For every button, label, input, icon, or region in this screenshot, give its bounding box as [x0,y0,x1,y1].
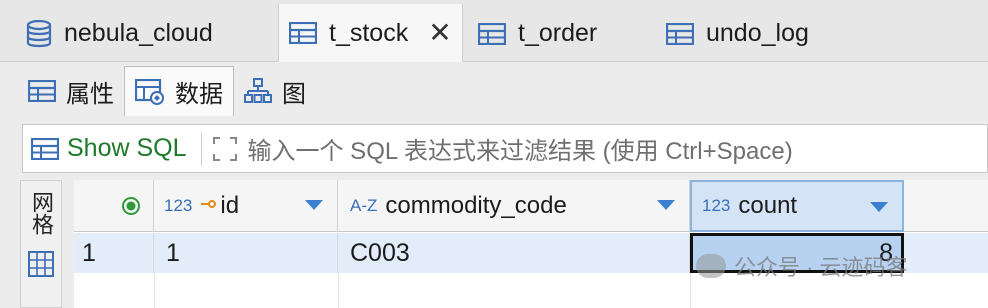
filter-placeholder: 输入一个 SQL 表达式来过滤结果 (使用 Ctrl+Space) [247,138,793,165]
column-header-id[interactable]: 123 id [154,180,338,232]
column-name: id [220,192,240,219]
cell-id[interactable]: 1 [154,233,338,273]
watermark-text: 公众号 · 云迹码客 [734,255,908,280]
record-indicator-icon [122,197,140,215]
table-icon [31,137,59,160]
tab-properties[interactable]: 属性 [18,66,124,116]
tab-label: 数据 [175,81,223,108]
grid-icon[interactable] [28,251,54,277]
cell-commodity-code[interactable]: C003 [338,233,690,273]
tab-label: 属性 [66,80,114,108]
filter-input[interactable]: 输入一个 SQL 表达式来过滤结果 (使用 Ctrl+Space) [212,131,793,166]
tab-data[interactable]: 数据 [124,66,234,116]
tab-t-stock[interactable]: t_stock ✕ [278,4,463,62]
tab-label: undo_log [706,19,809,47]
table-icon [28,80,56,102]
show-sql-button[interactable]: Show SQL [31,131,202,166]
diagram-icon [244,78,272,103]
row-selector-header[interactable] [74,180,154,232]
results-grid: 123 id A-Z commodity_code 123 count 1 1 … [74,180,988,308]
sort-arrow-icon[interactable] [657,200,675,210]
tab-diagram[interactable]: 图 [234,66,316,116]
grid-header-row: 123 id A-Z commodity_code 123 count [74,180,988,232]
expand-icon [212,136,237,161]
column-divider [690,273,691,308]
text-type-icon: A-Z [350,196,378,215]
tab-undo-log[interactable]: undo_log [666,6,809,61]
tab-label: t_order [518,19,598,47]
column-divider [154,273,155,308]
data-grid-icon [135,78,164,105]
column-name: commodity_code [385,192,567,219]
tab-t-order[interactable]: t_order [478,6,597,61]
editor-sub-tabs: 属性 数据 图 [18,66,316,116]
tab-label: nebula_cloud [64,19,213,47]
editor-tab-bar: nebula_cloud t_stock ✕ t_order undo_log [0,0,988,62]
row-number[interactable]: 1 [74,233,154,273]
filter-bar: Show SQL 输入一个 SQL 表达式来过滤结果 (使用 Ctrl+Spac… [22,124,988,173]
database-icon [26,19,52,47]
wechat-logo-icon [696,254,726,278]
table-icon [478,22,506,45]
numeric-type-icon: 123 [164,196,193,215]
watermark: 公众号 · 云迹码客 [696,250,908,282]
grid-side-panel: 网格 [20,180,62,308]
column-header-count[interactable]: 123 count [690,180,904,232]
table-icon [289,22,317,44]
tab-label: t_stock [329,18,409,47]
column-name: count [738,192,798,219]
table-icon [666,22,694,45]
column-divider [338,273,339,308]
close-icon[interactable]: ✕ [428,19,451,47]
sort-arrow-icon[interactable] [305,200,323,210]
tab-label: 图 [282,80,306,108]
show-sql-label: Show SQL [67,134,187,162]
tab-nebula-cloud[interactable]: nebula_cloud [26,6,213,61]
grid-panel-label[interactable]: 网格 [25,191,57,235]
key-icon [201,200,217,208]
column-header-commodity-code[interactable]: A-Z commodity_code [338,180,690,232]
numeric-type-icon: 123 [702,196,731,215]
sort-arrow-icon[interactable] [870,202,888,212]
